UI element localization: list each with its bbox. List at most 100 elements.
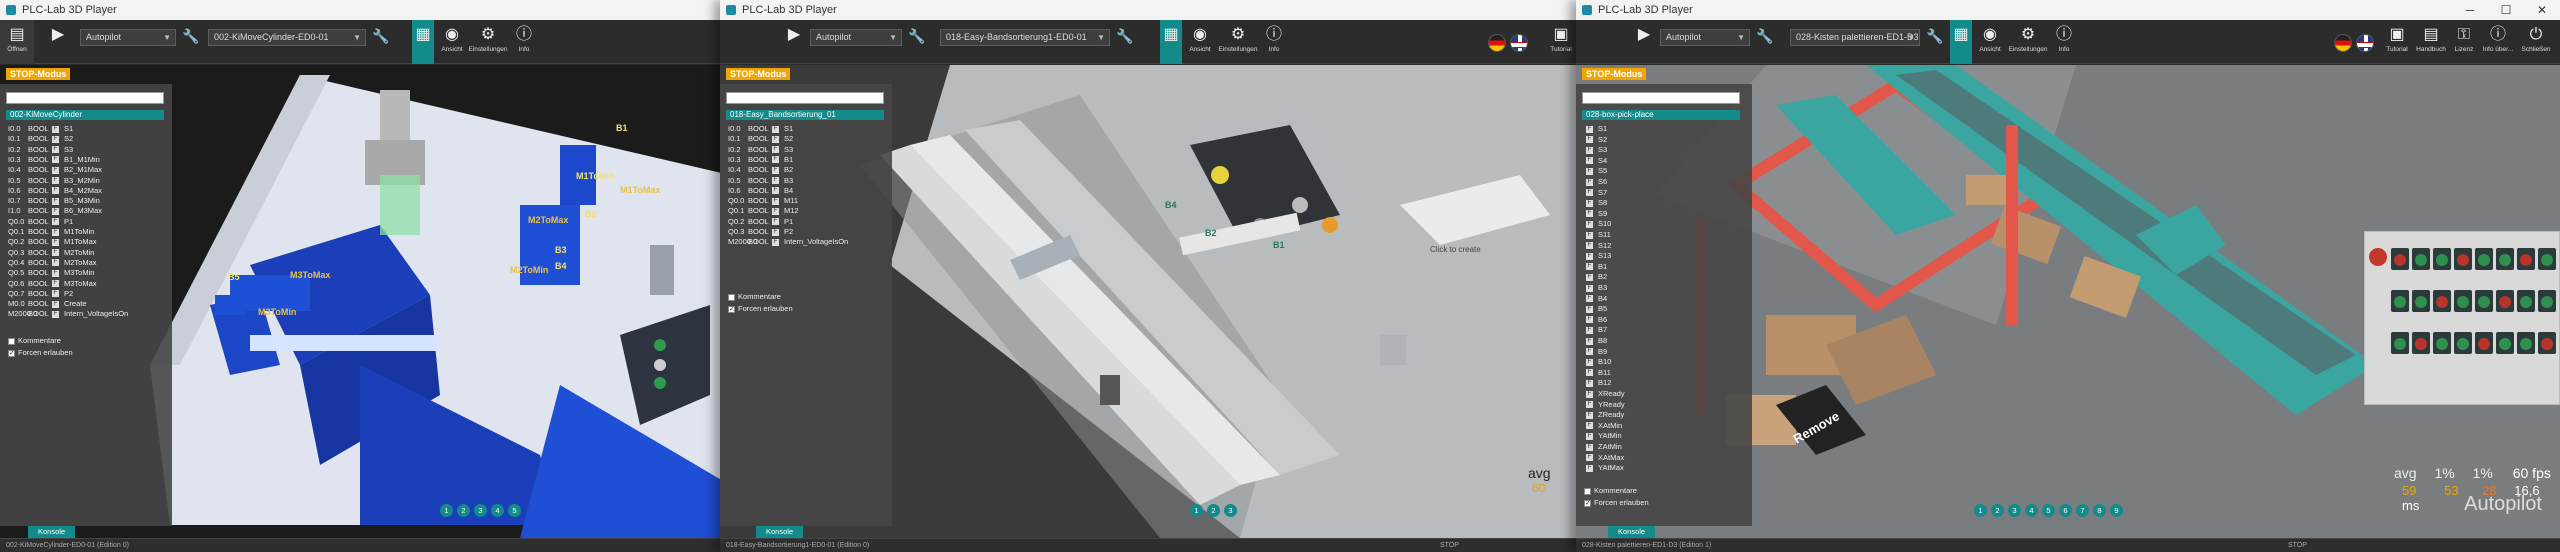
run-button[interactable]: ▶ [46,20,70,64]
io-button[interactable] [2475,248,2493,270]
page-button[interactable]: 1 [1974,504,1987,517]
variable-row[interactable]: F XAtMax [1584,453,1624,462]
force-icon[interactable]: F [1586,358,1593,366]
io-button[interactable] [2433,248,2451,270]
force-icon[interactable]: F [1586,252,1593,260]
variable-row[interactable]: F S5 [1584,166,1607,175]
force-icon[interactable]: F [1586,210,1593,218]
variable-row[interactable]: F S8 [1584,198,1607,207]
settings-button[interactable]: ⚙ Einstellungen [468,20,508,64]
force-icon[interactable]: F [1586,157,1593,165]
force-icon[interactable]: F [1586,199,1593,207]
force-icon[interactable]: F [1586,422,1593,430]
force-checkbox[interactable]: ✓ Forcen erlauben [1584,498,1649,507]
variable-row[interactable]: F B10 [1584,357,1611,366]
run-button[interactable]: ▶ [1632,20,1656,64]
scene-select[interactable]: 018-Easy-Bandsortierung1-ED0-01 ▼ [940,29,1110,46]
force-icon[interactable]: F [52,156,59,164]
about-button[interactable]: ⓘ Info über... [2480,20,2516,64]
click-to-create-label[interactable]: Click to create [1430,245,1481,254]
variable-row[interactable]: F B2 [1584,272,1607,281]
variable-row[interactable]: Q0.0 BOOL F M11 [728,196,798,205]
force-icon[interactable]: F [1586,167,1593,175]
page-button[interactable]: 5 [2042,504,2055,517]
variable-row[interactable]: I0.7 BOOL F B5_M3Min [8,196,100,205]
io-button[interactable] [2391,248,2409,270]
force-icon[interactable]: F [772,187,779,195]
io-button[interactable] [2538,332,2556,354]
scene-select[interactable]: 028-Kisten palettieren-ED1-D3 ▼ [1790,29,1920,46]
variable-row[interactable]: F ZReady [1584,410,1624,419]
filter-input[interactable] [726,92,884,104]
console-tab[interactable]: Konsole [28,526,76,538]
tutorial-button[interactable]: ▣ Tutorial [1546,20,1576,64]
console-tab[interactable]: Konsole [1608,526,1656,538]
variable-row[interactable]: Q0.3 BOOL F P2 [728,227,793,236]
force-icon[interactable]: F [1586,189,1593,197]
force-icon[interactable]: F [1586,379,1593,387]
force-icon[interactable]: F [1586,273,1593,281]
io-button[interactable] [2496,332,2514,354]
info-button[interactable]: ⓘ Info [512,20,536,64]
variable-row[interactable]: Q0.3 BOOL F M2ToMin [8,248,94,257]
variable-row[interactable]: I0.5 BOOL F B3_M2Min [8,176,100,185]
panel-toggle-button[interactable]: ▦ [1160,20,1182,64]
variable-row[interactable]: I0.4 BOOL F B2 [728,165,793,174]
variable-row[interactable]: I0.0 BOOL F S1 [8,124,73,133]
variable-row[interactable]: Q0.1 BOOL F M12 [728,206,799,215]
page-button[interactable]: 3 [2008,504,2021,517]
console-tab[interactable]: Konsole [756,526,804,538]
variable-row[interactable]: Q0.7 BOOL F P2 [8,289,73,298]
variable-row[interactable]: F B5 [1584,304,1607,313]
variable-row[interactable]: I0.6 BOOL F B4 [728,186,793,195]
emergency-stop-icon[interactable] [2369,248,2387,266]
wrench-icon[interactable]: 🔧 [908,28,925,45]
force-icon[interactable]: F [772,218,779,226]
io-button[interactable] [2454,332,2472,354]
variable-row[interactable]: Q0.0 BOOL F P1 [8,217,73,226]
force-icon[interactable]: F [1586,263,1593,271]
variable-row[interactable]: F XReady [1584,389,1625,398]
minimize-icon[interactable]: ─ [2452,0,2488,20]
force-icon[interactable]: F [1586,316,1593,324]
variable-row[interactable]: I1.0 BOOL F B6_M3Max [8,206,102,215]
io-button[interactable] [2517,248,2535,270]
scene-select[interactable]: 002-KiMoveCylinder-ED0-01 ▼ [208,29,366,46]
variable-row[interactable]: I0.4 BOOL F B2_M1Max [8,165,102,174]
panel-toggle-button[interactable]: ▦ [412,20,434,64]
force-icon[interactable]: F [52,207,59,215]
io-button[interactable] [2517,332,2535,354]
io-button[interactable] [2433,290,2451,312]
force-icon[interactable]: F [772,207,779,215]
page-button[interactable]: 3 [1224,504,1237,517]
force-icon[interactable]: F [52,166,59,174]
comments-checkbox[interactable]: Kommentare [8,336,61,345]
io-button[interactable] [2517,290,2535,312]
force-icon[interactable]: F [1586,443,1593,451]
io-button[interactable] [2475,332,2493,354]
force-icon[interactable]: F [772,177,779,185]
force-icon[interactable]: F [772,156,779,164]
force-icon[interactable]: F [1586,326,1593,334]
variable-row[interactable]: F XAtMin [1584,421,1622,430]
wrench-icon[interactable]: 🔧 [1926,28,1943,45]
comments-checkbox[interactable]: Kommentare [1584,486,1637,495]
variable-row[interactable]: F B12 [1584,378,1611,387]
run-button[interactable]: ▶ [782,20,806,64]
page-button[interactable]: 1 [440,504,453,517]
variable-row[interactable]: M2000.0BOOL F Intern_VoltageIsOn [8,309,128,318]
page-button[interactable]: 5 [508,504,521,517]
force-icon[interactable]: F [1586,146,1593,154]
force-icon[interactable]: F [772,135,779,143]
force-icon[interactable]: F [1586,454,1593,462]
page-button[interactable]: 3 [474,504,487,517]
variable-row[interactable]: M0.0 BOOL F Create [8,299,87,308]
variable-row[interactable]: F S1 [1584,124,1607,133]
force-icon[interactable]: F [52,228,59,236]
close-icon[interactable]: ✕ [2524,0,2560,20]
force-icon[interactable]: F [1586,411,1593,419]
io-button[interactable] [2496,290,2514,312]
io-button[interactable] [2538,290,2556,312]
force-icon[interactable]: F [1586,220,1593,228]
io-button[interactable] [2454,290,2472,312]
